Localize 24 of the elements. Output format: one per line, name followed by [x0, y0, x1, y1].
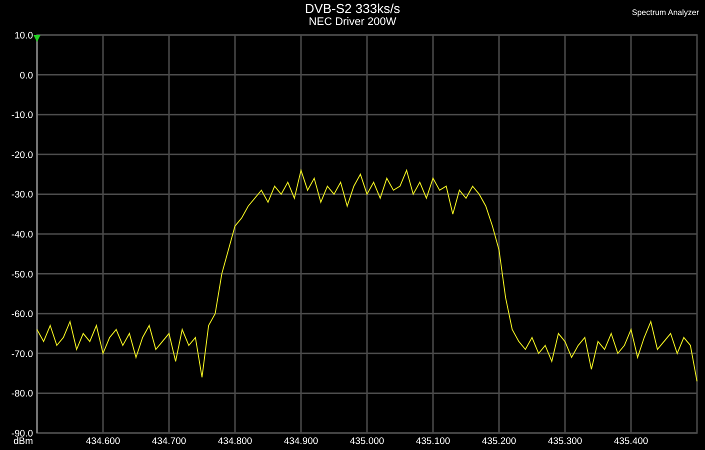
x-tick-label: 434.900	[284, 436, 318, 447]
y-tick-label: -80.0	[11, 388, 33, 400]
chart-title: DVB-S2 333ks/s	[304, 0, 400, 16]
x-tick-label: 435.200	[482, 436, 516, 447]
x-tick-label: 435.000	[350, 436, 384, 447]
chart-subtitle: NEC Driver 200W	[308, 16, 396, 28]
y-tick-label: -20.0	[11, 150, 33, 161]
y-tick-label: 10.0	[14, 30, 33, 42]
y-tick-label: -10.0	[11, 110, 33, 122]
y-tick-label: -60.0	[11, 309, 33, 320]
x-tick-label: 435.100	[416, 436, 450, 447]
y-tick-label: -50.0	[11, 269, 33, 280]
x-tick-label: 434.700	[152, 436, 186, 447]
marker-icon	[34, 35, 40, 42]
x-tick-label: 434.600	[86, 436, 120, 447]
x-tick-label: 434.800	[218, 436, 252, 447]
y-tick-label: -70.0	[11, 348, 33, 360]
x-tick-label: 435.400	[614, 436, 648, 447]
y-tick-label: -40.0	[11, 230, 33, 240]
x-tick-label: 435.300	[548, 436, 582, 447]
y-axis-unit: dBm	[13, 436, 33, 447]
y-tick-label: -30.0	[11, 190, 33, 201]
y-tick-label: 0.0	[20, 70, 33, 82]
app-name: Spectrum Analyzer	[632, 8, 699, 17]
